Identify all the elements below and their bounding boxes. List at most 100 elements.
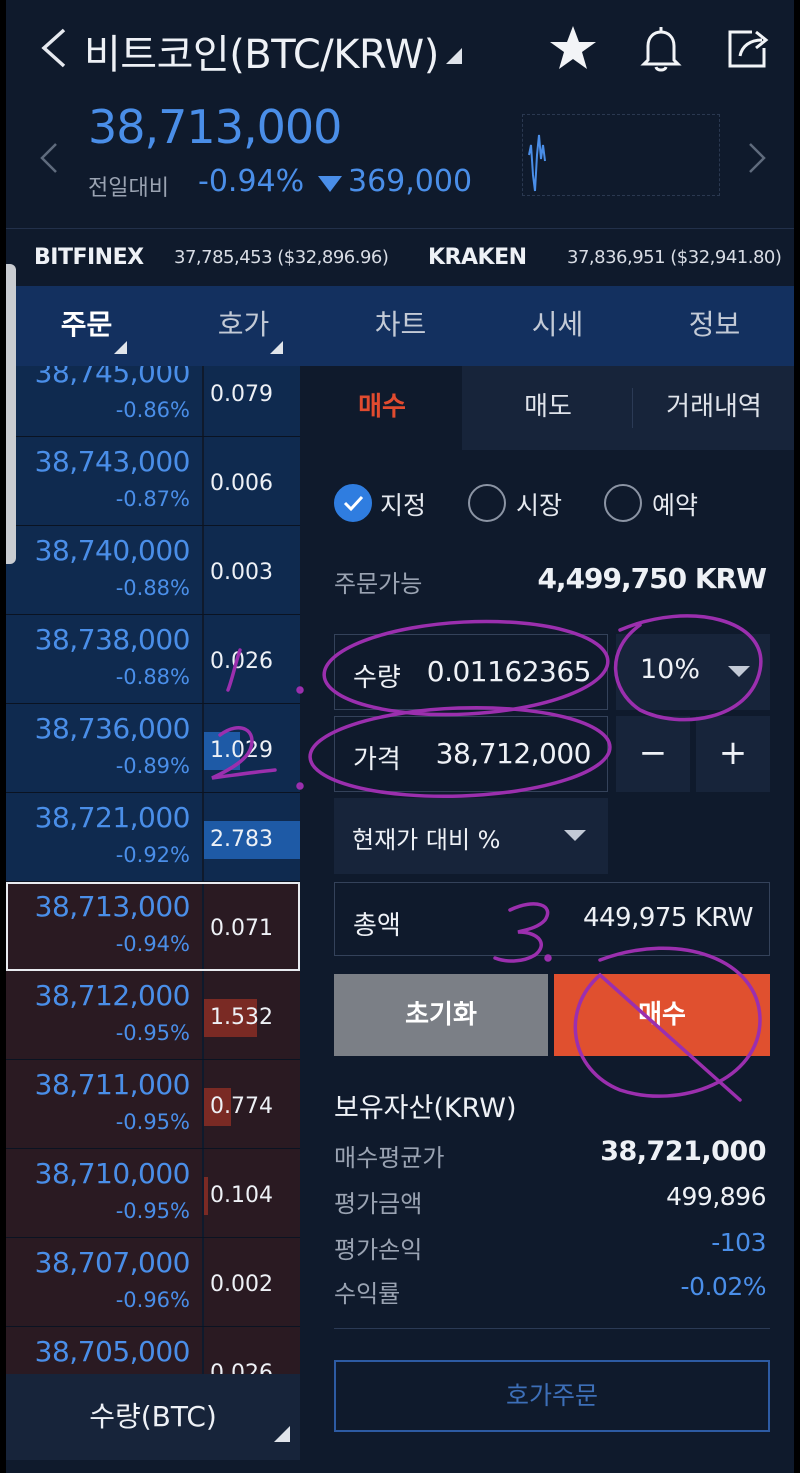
radio-reserve[interactable] bbox=[604, 484, 642, 522]
percent-select-value: 10% bbox=[640, 654, 701, 685]
orderbook-row[interactable]: 38,707,000 -0.96% 0.002 bbox=[6, 1238, 300, 1327]
exchange-price-bar: BITFINEX 37,785,453 ($32,896.96) KRAKEN … bbox=[6, 228, 794, 286]
radio-reserve-label[interactable]: 예약 bbox=[652, 486, 698, 522]
tab-trade-history[interactable]: 거래내역 bbox=[634, 366, 794, 450]
orderbook-price: 38,711,000 bbox=[34, 1068, 191, 1101]
orderbook-price-cell[interactable]: 38,738,000 -0.88% bbox=[6, 615, 202, 703]
orderbook-percent: -0.88% bbox=[115, 576, 190, 600]
orderbook-row[interactable]: 38,710,000 -0.95% 0.104 bbox=[6, 1149, 300, 1238]
mini-price-chart bbox=[522, 114, 720, 196]
orderbook-qty: 0.104 bbox=[210, 1183, 273, 1208]
reset-button[interactable]: 초기화 bbox=[334, 974, 548, 1056]
price-minus-button[interactable]: − bbox=[616, 716, 690, 792]
tab-hoga[interactable]: 호가 bbox=[165, 286, 322, 366]
orderbook-qty-cell: 0.003 bbox=[204, 526, 300, 614]
orderbook-price: 38,738,000 bbox=[34, 623, 191, 656]
orderbook-qty: 0.006 bbox=[210, 471, 273, 496]
radio-market[interactable] bbox=[468, 484, 506, 522]
orderbook-qty-cell: 0.079 bbox=[204, 366, 300, 436]
orderbook-price-cell[interactable]: 38,745,000 -0.86% bbox=[6, 366, 202, 436]
pnl-label: 평가손익 bbox=[334, 1236, 423, 1264]
orderbook-price-cell[interactable]: 38,721,000 -0.92% bbox=[6, 793, 202, 881]
percent-select[interactable]: 10% bbox=[616, 634, 770, 710]
orderbook-volume-bar bbox=[204, 1177, 208, 1215]
dropdown-caret-icon bbox=[728, 666, 750, 677]
down-triangle-icon bbox=[318, 176, 342, 192]
available-label: 주문가능 bbox=[334, 570, 423, 598]
valuation-label: 평가금액 bbox=[334, 1190, 423, 1218]
orderbook-price-cell[interactable]: 38,740,000 -0.88% bbox=[6, 526, 202, 614]
orderbook-qty: 0.774 bbox=[210, 1094, 273, 1119]
radio-market-label[interactable]: 시장 bbox=[516, 486, 562, 522]
compare-percent-select[interactable]: 현재가 대비 % bbox=[334, 798, 608, 874]
orderbook-order-button[interactable]: 호가주문 bbox=[334, 1360, 770, 1432]
orderbook-price-cell[interactable]: 38,705,000-0.96% bbox=[6, 1327, 202, 1374]
buy-button[interactable]: 매수 bbox=[554, 974, 770, 1056]
tab-sell[interactable]: 매도 bbox=[468, 366, 628, 450]
order-panel: 매수 매도 거래내역 지정 시장 예약 주문가능 4,499,750 KRW 수… bbox=[302, 366, 794, 1473]
tab-caret-icon bbox=[114, 341, 127, 354]
orderbook-row[interactable]: 38,712,000 -0.95% 1.532 bbox=[6, 971, 300, 1060]
next-coin-arrow-icon[interactable] bbox=[742, 136, 772, 180]
tab-market[interactable]: 시세 bbox=[479, 286, 636, 366]
orderbook-row[interactable]: 38,736,000 -0.89% 1.029 bbox=[6, 704, 300, 793]
quantity-input[interactable]: 수량 0.01162365 bbox=[334, 634, 608, 710]
orderbook-row[interactable]: 38,713,000 -0.94% 0.071 bbox=[6, 882, 300, 971]
orderbook-price: 38,710,000 bbox=[34, 1157, 191, 1190]
orderbook-price-cell[interactable]: 38,713,000 -0.94% bbox=[6, 882, 202, 970]
orderbook-row[interactable]: 38,738,000 -0.88% 0.026 bbox=[6, 615, 300, 704]
orderbook-price-cell[interactable]: 38,711,000 -0.95% bbox=[6, 1060, 202, 1148]
orderbook-percent: -0.95% bbox=[115, 1110, 190, 1134]
orderbook-price-cell[interactable]: 38,707,000 -0.96% bbox=[6, 1238, 202, 1326]
title-dropdown-caret-icon[interactable] bbox=[446, 48, 462, 64]
total-field[interactable]: 총액 449,975 KRW bbox=[334, 882, 770, 956]
total-label: 총액 bbox=[353, 911, 401, 941]
orderbook-price-cell[interactable]: 38,743,000 -0.87% bbox=[6, 437, 202, 525]
orderbook-row[interactable]: 38,745,000 -0.86% 0.079 bbox=[6, 366, 300, 437]
price-plus-button[interactable]: + bbox=[696, 716, 770, 792]
share-icon[interactable] bbox=[722, 22, 776, 76]
available-value: 4,499,750 KRW bbox=[537, 562, 767, 595]
scroll-indicator[interactable] bbox=[6, 264, 16, 564]
orderbook-row[interactable]: 38,743,000 -0.87% 0.006 bbox=[6, 437, 300, 526]
orderbook-price-cell[interactable]: 38,736,000 -0.89% bbox=[6, 704, 202, 792]
radio-limit-label[interactable]: 지정 bbox=[380, 486, 426, 522]
orderbook-price: 38,743,000 bbox=[34, 445, 191, 478]
tab-order[interactable]: 주문 bbox=[8, 286, 165, 366]
order-tabs: 매수 매도 거래내역 bbox=[302, 366, 794, 450]
orderbook-percent: -0.95% bbox=[115, 1021, 190, 1045]
orderbook-qty: 0.003 bbox=[210, 560, 273, 585]
price-value[interactable]: 38,712,000 bbox=[436, 737, 592, 770]
page-title[interactable]: 비트코인(BTC/KRW) bbox=[84, 22, 439, 80]
prev-coin-arrow-icon[interactable] bbox=[34, 136, 64, 180]
orderbook-percent: -0.94% bbox=[115, 932, 190, 956]
orderbook-price-cell[interactable]: 38,712,000 -0.95% bbox=[6, 971, 202, 1059]
back-button[interactable] bbox=[36, 26, 76, 70]
dropdown-caret-icon bbox=[564, 830, 586, 841]
main-tabs: 주문 호가 차트 시세 정보 bbox=[6, 286, 794, 366]
orderbook-price: 38,740,000 bbox=[34, 534, 191, 567]
compare-percent-label: 현재가 대비 % bbox=[352, 826, 501, 854]
orderbook-row[interactable]: 38,740,000 -0.88% 0.003 bbox=[6, 526, 300, 615]
orderbook-price: 38,745,000 bbox=[34, 366, 191, 389]
bell-icon[interactable] bbox=[634, 22, 688, 76]
orderbook-price-cell[interactable]: 38,710,000 -0.95% bbox=[6, 1149, 202, 1237]
price-input[interactable]: 가격 38,712,000 bbox=[334, 716, 608, 792]
orderbook-row[interactable]: 38,721,000 -0.92% 2.783 bbox=[6, 793, 300, 882]
tab-chart[interactable]: 차트 bbox=[322, 286, 479, 366]
app-screen: 비트코인(BTC/KRW) 38,713,000 전일대비 -0.94% 369… bbox=[6, 0, 794, 1473]
favorite-star-icon[interactable] bbox=[546, 22, 600, 76]
tab-buy[interactable]: 매수 bbox=[302, 366, 462, 450]
orderbook-qty-cell: 0.071 bbox=[204, 882, 300, 970]
orderbook-qty: 1.532 bbox=[210, 1005, 273, 1030]
orderbook-qty-cell: 1.029 bbox=[204, 704, 300, 792]
tab-info[interactable]: 정보 bbox=[636, 286, 793, 366]
exchange-name: BITFINEX bbox=[34, 245, 144, 270]
orderbook-percent: -0.96% bbox=[115, 1288, 190, 1312]
orderbook-percent: -0.92% bbox=[115, 843, 190, 867]
quantity-value[interactable]: 0.01162365 bbox=[427, 655, 592, 688]
orderbook-row[interactable]: 38,711,000 -0.95% 0.774 bbox=[6, 1060, 300, 1149]
orderbook-unit-selector[interactable]: 수량(BTC) bbox=[6, 1374, 300, 1460]
orderbook-row[interactable]: 38,705,000-0.96% 0.026 bbox=[6, 1327, 300, 1374]
radio-limit[interactable] bbox=[334, 484, 372, 522]
